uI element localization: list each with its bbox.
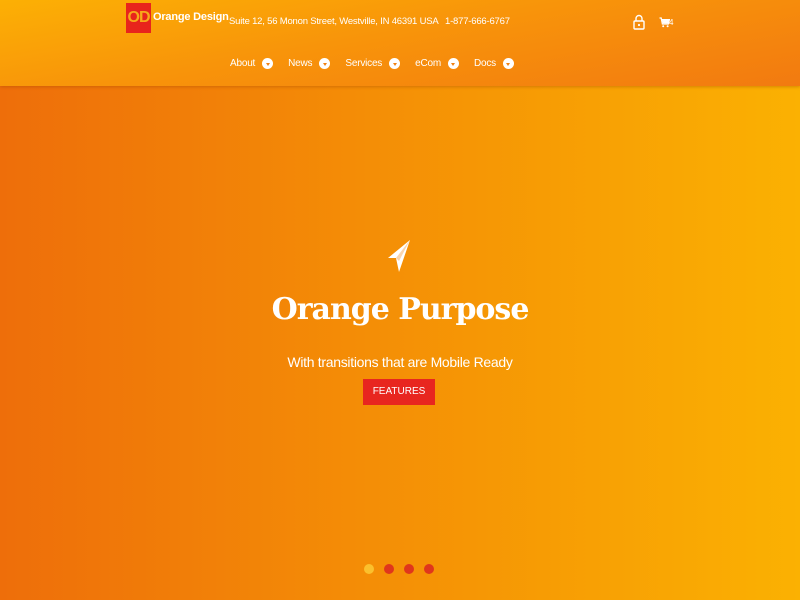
nav-item-about[interactable]: About — [230, 58, 274, 69]
logo-mark: OD — [126, 3, 151, 33]
slider-dot[interactable] — [404, 564, 414, 574]
nav-item-services[interactable]: Services — [345, 58, 401, 69]
contact-phone[interactable]: 1-877-666-6767 — [445, 16, 510, 27]
chevron-down-icon[interactable] — [262, 58, 274, 69]
hero-subtitle: With transitions that are Mobile Ready — [287, 354, 513, 370]
slider-pagination — [364, 564, 444, 574]
chevron-down-icon[interactable] — [447, 58, 459, 69]
logo-text: Orange Design — [153, 11, 229, 23]
nav-item-label: Services — [345, 58, 383, 69]
chevron-down-icon[interactable] — [389, 58, 401, 69]
site-header: OD Orange Design Suite 12, 56 Monon Stre… — [0, 0, 800, 86]
lock-icon[interactable] — [633, 14, 645, 30]
nav-item-ecom[interactable]: eCom — [415, 58, 459, 69]
logo[interactable]: OD Orange Design — [126, 3, 229, 33]
paper-plane-icon — [386, 239, 412, 273]
nav-item-label: eCom — [415, 58, 441, 69]
chevron-down-icon[interactable] — [502, 58, 514, 69]
chevron-down-icon[interactable] — [319, 58, 331, 69]
contact-address: Suite 12, 56 Monon Street, Westville, IN… — [229, 16, 439, 27]
slider-dot[interactable] — [364, 564, 374, 574]
slider-dot[interactable] — [384, 564, 394, 574]
nav-item-label: Docs — [473, 58, 496, 69]
cart-count: 4 — [669, 17, 674, 27]
features-button[interactable]: FEATURES — [363, 379, 435, 405]
nav-item-docs[interactable]: Docs — [474, 58, 514, 69]
nav-item-label: About — [230, 58, 256, 69]
main-nav: About News Services eCom Docs — [230, 58, 514, 69]
cart-button[interactable]: 4 — [659, 15, 675, 29]
nav-item-label: News — [288, 58, 313, 69]
hero-title: Orange Purpose — [271, 292, 530, 327]
slider-dot[interactable] — [424, 564, 434, 574]
nav-item-news[interactable]: News — [288, 58, 331, 69]
